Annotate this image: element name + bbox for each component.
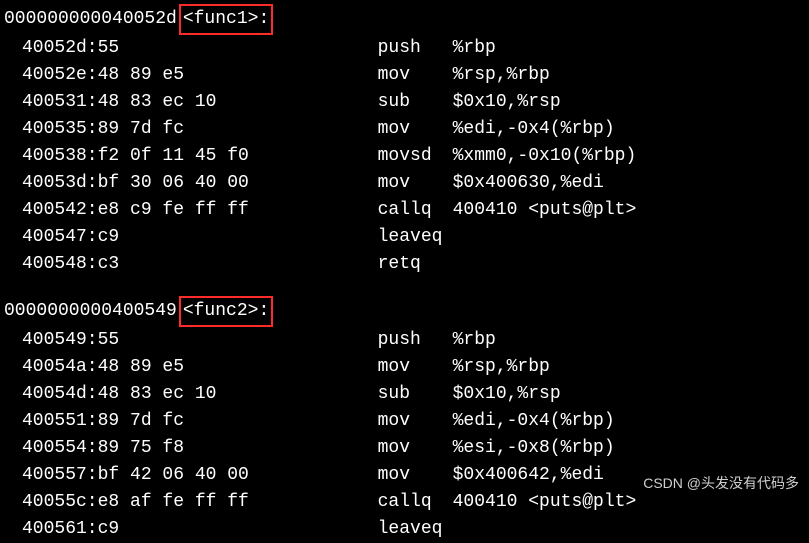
mnemonic: mov <box>378 462 453 489</box>
func1-label-highlight: <func1>: <box>179 4 273 35</box>
addr: 40055c: <box>4 489 98 516</box>
addr: 400531: <box>4 89 98 116</box>
addr: 40053d: <box>4 170 98 197</box>
addr: 400554: <box>4 435 98 462</box>
mnemonic: mov <box>378 354 453 381</box>
bytes: c9 <box>98 224 378 251</box>
addr: 400547: <box>4 224 98 251</box>
func2-label: <func2>: <box>183 301 269 321</box>
disasm-row: 400547:c9leaveq <box>4 224 809 251</box>
func2-label-highlight: <func2>: <box>179 296 273 327</box>
addr: 400551: <box>4 408 98 435</box>
addr: 400557: <box>4 462 98 489</box>
addr: 40052e: <box>4 62 98 89</box>
disasm-row: 40054a:48 89 e5mov%rsp,%rbp <box>4 354 809 381</box>
mnemonic: mov <box>378 170 453 197</box>
addr: 400548: <box>4 251 98 278</box>
addr: 400535: <box>4 116 98 143</box>
operands: $0x400642,%edi <box>453 462 604 489</box>
disasm-row: 400549:55push%rbp <box>4 327 809 354</box>
bytes: 55 <box>98 327 378 354</box>
operands: %rbp <box>453 327 496 354</box>
bytes: bf 42 06 40 00 <box>98 462 378 489</box>
bytes: 48 83 ec 10 <box>98 381 378 408</box>
bytes: 89 7d fc <box>98 116 378 143</box>
operands: %rsp,%rbp <box>453 62 550 89</box>
bytes: c3 <box>98 251 378 278</box>
mnemonic: mov <box>378 62 453 89</box>
disasm-row: 400554:89 75 f8mov%esi,-0x8(%rbp) <box>4 435 809 462</box>
disasm-row: 400531:48 83 ec 10sub$0x10,%rsp <box>4 89 809 116</box>
disasm-row: 400548:c3retq <box>4 251 809 278</box>
func2-address: 0000000000400549 <box>4 298 177 325</box>
bytes: 89 75 f8 <box>98 435 378 462</box>
disasm-row: 40054d:48 83 ec 10sub$0x10,%rsp <box>4 381 809 408</box>
func1-label: <func1>: <box>183 9 269 29</box>
disasm-row: 40052e:48 89 e5mov%rsp,%rbp <box>4 62 809 89</box>
operands: 400410 <puts@plt> <box>453 197 637 224</box>
operands: %xmm0,-0x10(%rbp) <box>453 143 637 170</box>
bytes: e8 af fe ff ff <box>98 489 378 516</box>
mnemonic: push <box>378 327 453 354</box>
operands: 400410 <puts@plt> <box>453 489 637 516</box>
bytes: e8 c9 fe ff ff <box>98 197 378 224</box>
bytes: 55 <box>98 35 378 62</box>
mnemonic: sub <box>378 381 453 408</box>
addr: 40054a: <box>4 354 98 381</box>
bytes: 48 83 ec 10 <box>98 89 378 116</box>
operands: %edi,-0x4(%rbp) <box>453 116 615 143</box>
func1-address: 000000000040052d <box>4 6 177 33</box>
bytes: c9 <box>98 516 378 543</box>
mnemonic: mov <box>378 116 453 143</box>
addr: 400561: <box>4 516 98 543</box>
addr: 400538: <box>4 143 98 170</box>
operands: $0x400630,%edi <box>453 170 604 197</box>
disassembly-output: 000000000040052d <func1>: 40052d:55push%… <box>4 4 809 543</box>
addr: 40054d: <box>4 381 98 408</box>
disasm-row: 400542:e8 c9 fe ff ffcallq400410 <puts@p… <box>4 197 809 224</box>
addr: 400542: <box>4 197 98 224</box>
mnemonic: leaveq <box>378 224 453 251</box>
addr: 400549: <box>4 327 98 354</box>
operands: %rsp,%rbp <box>453 354 550 381</box>
bytes: bf 30 06 40 00 <box>98 170 378 197</box>
disasm-row: 400535:89 7d fcmov%edi,-0x4(%rbp) <box>4 116 809 143</box>
blank-line <box>4 278 809 296</box>
disasm-row: 400538:f2 0f 11 45 f0movsd%xmm0,-0x10(%r… <box>4 143 809 170</box>
addr: 40052d: <box>4 35 98 62</box>
operands: $0x10,%rsp <box>453 89 561 116</box>
operands: $0x10,%rsp <box>453 381 561 408</box>
operands: %esi,-0x8(%rbp) <box>453 435 615 462</box>
mnemonic: push <box>378 35 453 62</box>
disasm-row: 40052d:55push%rbp <box>4 35 809 62</box>
mnemonic: mov <box>378 435 453 462</box>
mnemonic: retq <box>378 251 453 278</box>
bytes: 48 89 e5 <box>98 354 378 381</box>
operands: %edi,-0x4(%rbp) <box>453 408 615 435</box>
disasm-row: 40053d:bf 30 06 40 00mov$0x400630,%edi <box>4 170 809 197</box>
mnemonic: mov <box>378 408 453 435</box>
mnemonic: leaveq <box>378 516 453 543</box>
csdn-watermark: CSDN @头发没有代码多 <box>643 473 799 494</box>
operands: %rbp <box>453 35 496 62</box>
bytes: 48 89 e5 <box>98 62 378 89</box>
mnemonic: movsd <box>378 143 453 170</box>
func2-header: 0000000000400549 <func2>: <box>4 296 809 327</box>
mnemonic: callq <box>378 197 453 224</box>
func1-header: 000000000040052d <func1>: <box>4 4 809 35</box>
bytes: 89 7d fc <box>98 408 378 435</box>
bytes: f2 0f 11 45 f0 <box>98 143 378 170</box>
disasm-row: 400551:89 7d fcmov%edi,-0x4(%rbp) <box>4 408 809 435</box>
mnemonic: callq <box>378 489 453 516</box>
mnemonic: sub <box>378 89 453 116</box>
disasm-row: 400561:c9leaveq <box>4 516 809 543</box>
